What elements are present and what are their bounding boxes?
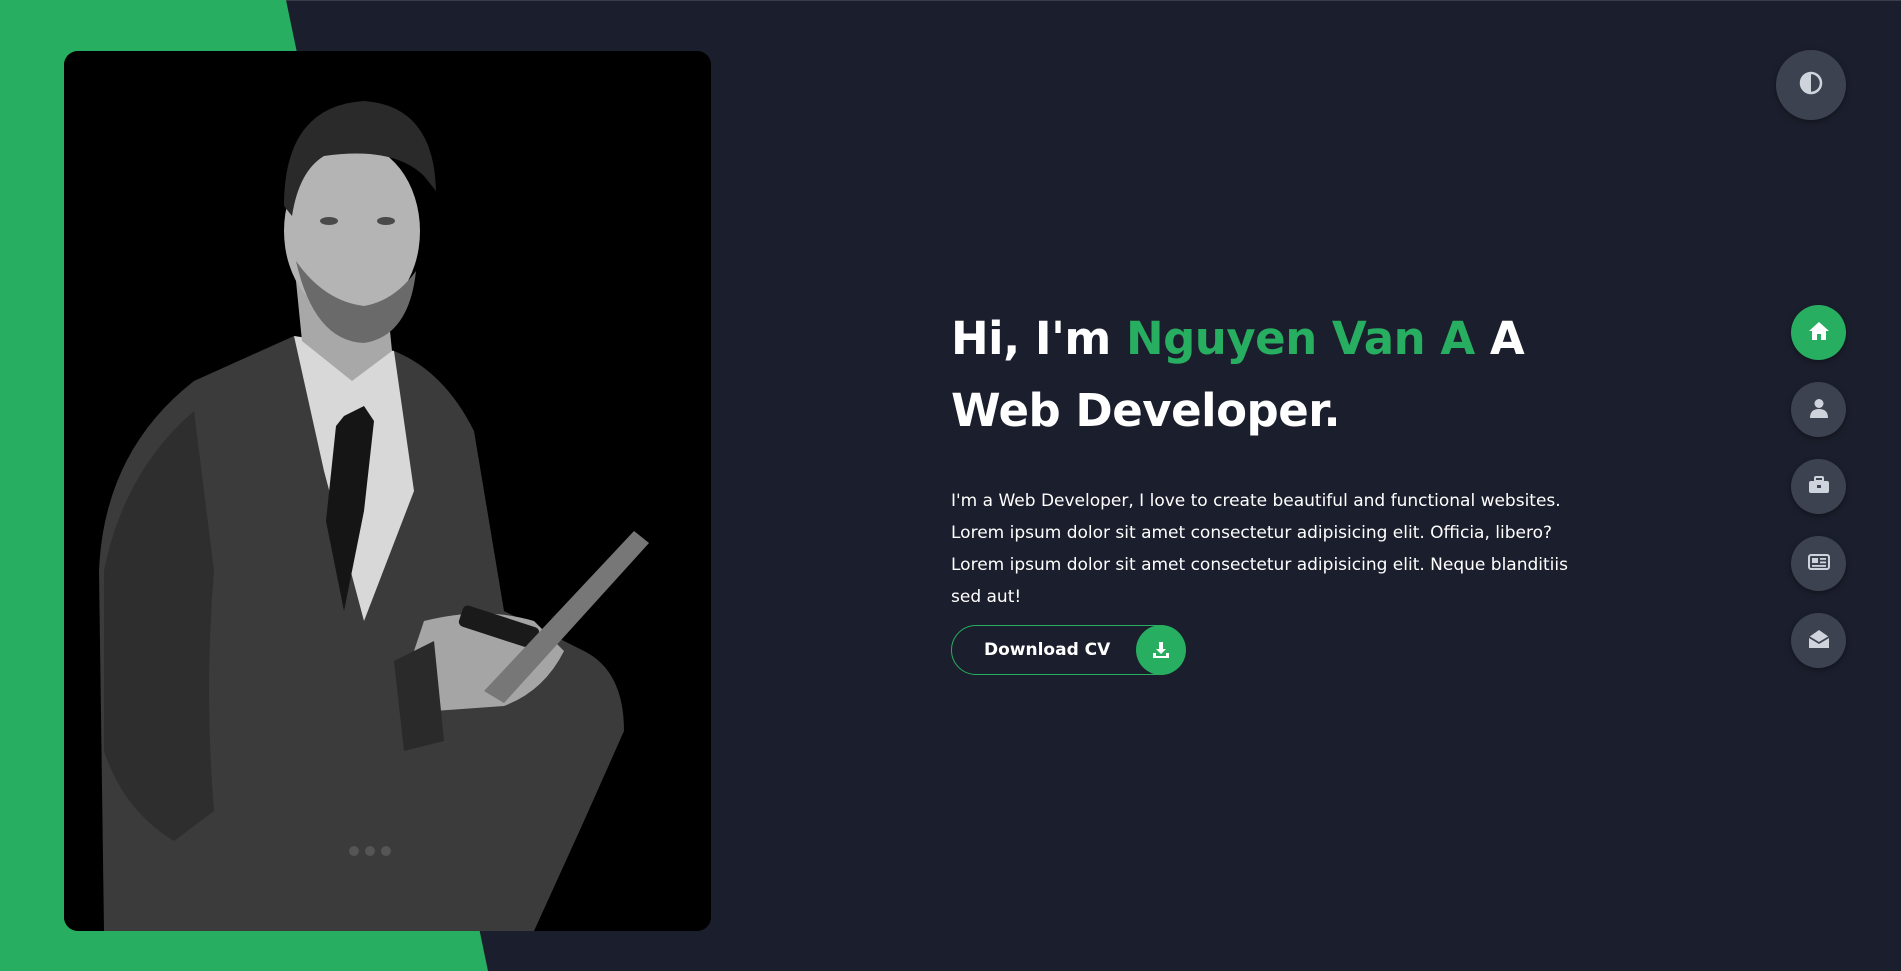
download-cv-label: Download CV: [984, 640, 1111, 660]
envelope-open-icon: [1808, 629, 1830, 653]
home-icon: [1808, 321, 1830, 345]
nav-contact-button[interactable]: [1791, 613, 1846, 668]
profile-photo: [64, 51, 711, 931]
nav-home-button[interactable]: [1791, 305, 1846, 360]
briefcase-icon: [1808, 475, 1830, 498]
nav-portfolio-button[interactable]: [1791, 459, 1846, 514]
hero-name: Nguyen Van A: [1125, 312, 1475, 365]
nav-blog-button[interactable]: [1791, 536, 1846, 591]
download-cv-button[interactable]: Download CV: [951, 625, 1186, 675]
newspaper-icon: [1807, 553, 1830, 574]
hero-greeting: Hi, I'm: [951, 312, 1111, 365]
download-icon: [1136, 625, 1186, 675]
hero-description: I'm a Web Developer, I love to create be…: [951, 491, 1568, 607]
contrast-icon: [1799, 71, 1823, 99]
side-navigation: [1791, 305, 1846, 690]
nav-about-button[interactable]: [1791, 382, 1846, 437]
profile-photo-illustration: [64, 51, 711, 931]
hero-role: Web Developer.: [951, 384, 1341, 437]
hero-role-prefix: A: [1489, 312, 1525, 365]
hero-heading: Hi, I'm Nguyen Van A A Web Developer.: [951, 303, 1591, 447]
home-page: Hi, I'm Nguyen Van A A Web Developer. I'…: [0, 0, 1901, 971]
user-icon: [1809, 398, 1828, 422]
theme-toggle-button[interactable]: [1776, 50, 1846, 120]
hero-section: Hi, I'm Nguyen Van A A Web Developer. I'…: [951, 303, 1591, 613]
